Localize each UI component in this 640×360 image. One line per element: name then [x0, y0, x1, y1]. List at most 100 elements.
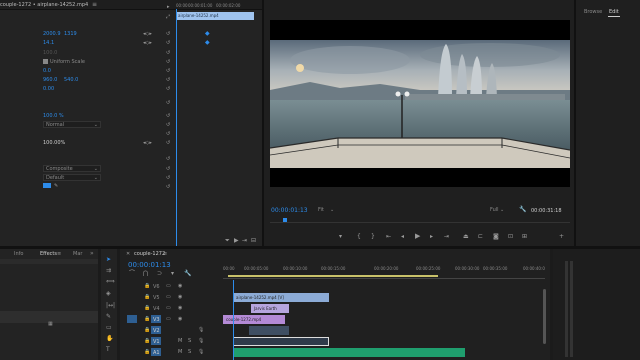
go-to-in-icon[interactable]: ⇤ [386, 234, 391, 240]
color-swatch[interactable] [43, 183, 51, 188]
tab-info[interactable]: Info [14, 251, 23, 257]
tab-edit[interactable]: Edit [609, 9, 619, 15]
selection-tool-icon[interactable]: ➤ [106, 257, 111, 263]
reset-icon[interactable]: ↺ [166, 166, 170, 172]
more-panels-icon[interactable]: » [90, 250, 94, 257]
timeline-ruler[interactable]: 00:00 00:00:05:00 00:00:10:00 00:00:15:0… [223, 266, 545, 279]
quality-select[interactable]: Full ⌄ [488, 207, 510, 213]
eye-icon[interactable]: ◉ [178, 316, 182, 322]
extract-icon[interactable]: ⊏ [478, 234, 483, 240]
clip-audio[interactable] [233, 348, 465, 357]
reset-icon[interactable]: ↺ [166, 184, 170, 190]
clip-v1-selected[interactable] [233, 337, 329, 346]
timeline-playhead[interactable] [233, 280, 234, 360]
source-patch[interactable] [127, 315, 137, 323]
add-marker-icon[interactable]: ▾ [171, 271, 174, 277]
reset-icon[interactable]: ↺ [166, 140, 170, 146]
scale-value[interactable]: 14.1 [43, 40, 54, 46]
anchor-y-value[interactable]: 540.0 [64, 77, 78, 83]
mic-icon[interactable]: 🎙 [198, 338, 204, 344]
mic-icon[interactable]: 🎙 [198, 327, 204, 333]
reset-icon[interactable]: ↺ [166, 131, 170, 137]
clip-airplane[interactable]: airplane-14252.mp4 [V] [233, 293, 329, 302]
rectangle-tool-icon[interactable]: ▭ [106, 325, 112, 331]
expand-icon[interactable]: ⤢ [166, 14, 170, 20]
lock-icon[interactable]: 🔒 [144, 283, 150, 289]
lock-icon[interactable]: 🔒 [144, 338, 150, 344]
vr-icon[interactable]: ⊞ [522, 234, 527, 240]
play-icon[interactable]: ▶ [415, 233, 420, 240]
solo-icon[interactable]: S [188, 338, 191, 344]
uniform-scale-checkbox[interactable] [43, 59, 48, 64]
reset-icon[interactable]: ↺ [166, 68, 170, 74]
comparison-view-icon[interactable]: ⊡ [508, 234, 513, 240]
reset-icon[interactable]: ↺ [166, 40, 170, 46]
clip-name-bar[interactable]: airplane-14252.mp4 [176, 12, 254, 20]
lift-icon[interactable]: ⏏ [463, 234, 469, 240]
reset-icon[interactable]: ↺ [166, 122, 170, 128]
filter-icon[interactable]: ⏷ [225, 238, 230, 244]
slip-tool-icon[interactable]: |↔| [106, 303, 115, 309]
add-marker-icon[interactable]: ▾ [339, 234, 342, 240]
reset-icon[interactable]: ↺ [166, 175, 170, 181]
rotation-value[interactable]: 0.0 [43, 68, 51, 74]
divider[interactable] [0, 246, 640, 249]
tab-effects[interactable]: Effects [40, 251, 57, 257]
linked-selection-icon[interactable]: ⊃ [157, 271, 162, 277]
wrench-icon[interactable]: 🔧 [519, 207, 526, 213]
program-timecode[interactable]: 00:00:01:13 [271, 207, 308, 214]
sequence-tab[interactable]: couple-1272 [134, 251, 165, 257]
nest-icon[interactable]: ⌒ [129, 271, 135, 277]
mark-in-icon[interactable]: { [357, 234, 361, 240]
reset-icon[interactable]: ↺ [166, 31, 170, 37]
hand-tool-icon[interactable]: ✋ [106, 336, 113, 342]
format-select[interactable]: Default ⌄ [43, 174, 101, 181]
razor-tool-icon[interactable]: ◈ [106, 291, 111, 297]
add-button-icon[interactable]: + [559, 234, 564, 240]
panel-menu-icon[interactable]: ≡ [92, 2, 97, 8]
snap-icon[interactable]: ⋂ [143, 271, 148, 277]
anchor-x-value[interactable]: 960.0 [43, 77, 57, 83]
program-scrub-bar[interactable] [270, 218, 570, 223]
opacity-value[interactable]: 100.0 % [43, 113, 64, 119]
mic-icon[interactable]: 🎙 [198, 349, 204, 355]
mute-icon[interactable]: M [178, 338, 182, 344]
eye-icon[interactable]: ◉ [178, 294, 182, 300]
step-forward-icon[interactable]: ▸ [430, 234, 433, 240]
composite-select[interactable]: Composite ⌄ [43, 165, 101, 172]
play-icon[interactable]: ▶ [234, 238, 239, 244]
camera-icon[interactable]: ◙ [493, 234, 499, 240]
ec-playhead[interactable] [176, 9, 177, 246]
reset-icon[interactable]: ↺ [166, 77, 170, 83]
mute-icon[interactable]: M [178, 349, 182, 355]
step-back-icon[interactable]: ◂ [401, 234, 404, 240]
anti-flicker-value[interactable]: 0.00 [43, 86, 54, 92]
reset-icon[interactable]: ↺ [166, 113, 170, 119]
eye-icon[interactable]: ◉ [178, 305, 182, 311]
program-playhead[interactable] [283, 218, 287, 222]
fit-select[interactable]: Fit ⌄ [316, 207, 338, 213]
settings-wrench-icon[interactable]: 🔧 [184, 271, 191, 277]
keyframe-icon[interactable]: ◆ [205, 31, 210, 37]
reset-icon[interactable]: ↺ [166, 59, 170, 65]
panel-menu-icon[interactable]: ≡ [163, 251, 167, 257]
keyframe-nav-icon[interactable]: ◂◇▸ [143, 140, 152, 146]
keyframe-nav-icon[interactable]: ◂◇▸ [143, 31, 152, 37]
lock-icon[interactable]: 🔒 [144, 294, 150, 300]
reset-icon[interactable]: ↺ [166, 156, 170, 162]
solo-icon[interactable]: S [188, 349, 191, 355]
lock-icon[interactable]: 🔒 [144, 305, 150, 311]
close-icon[interactable]: ✕ [126, 251, 130, 257]
effects-search-bar[interactable] [0, 259, 98, 264]
pen-tool-icon[interactable]: ✎ [106, 314, 111, 320]
reset-icon[interactable]: ↺ [166, 50, 170, 56]
panel-menu-icon[interactable]: ≡ [57, 251, 61, 257]
time-remap-value[interactable]: 100.00% [43, 140, 65, 146]
play-only-audio-icon[interactable]: ▸ [167, 4, 170, 10]
work-area-bar[interactable] [228, 275, 438, 277]
keyframe-icon[interactable]: ◆ [205, 40, 210, 46]
blend-mode-select[interactable]: Normal ⌄ [43, 121, 101, 128]
timeline-scrollbar[interactable] [543, 289, 546, 344]
clip-v2-adjust[interactable] [249, 326, 289, 335]
mark-out-icon[interactable]: } [371, 234, 375, 240]
